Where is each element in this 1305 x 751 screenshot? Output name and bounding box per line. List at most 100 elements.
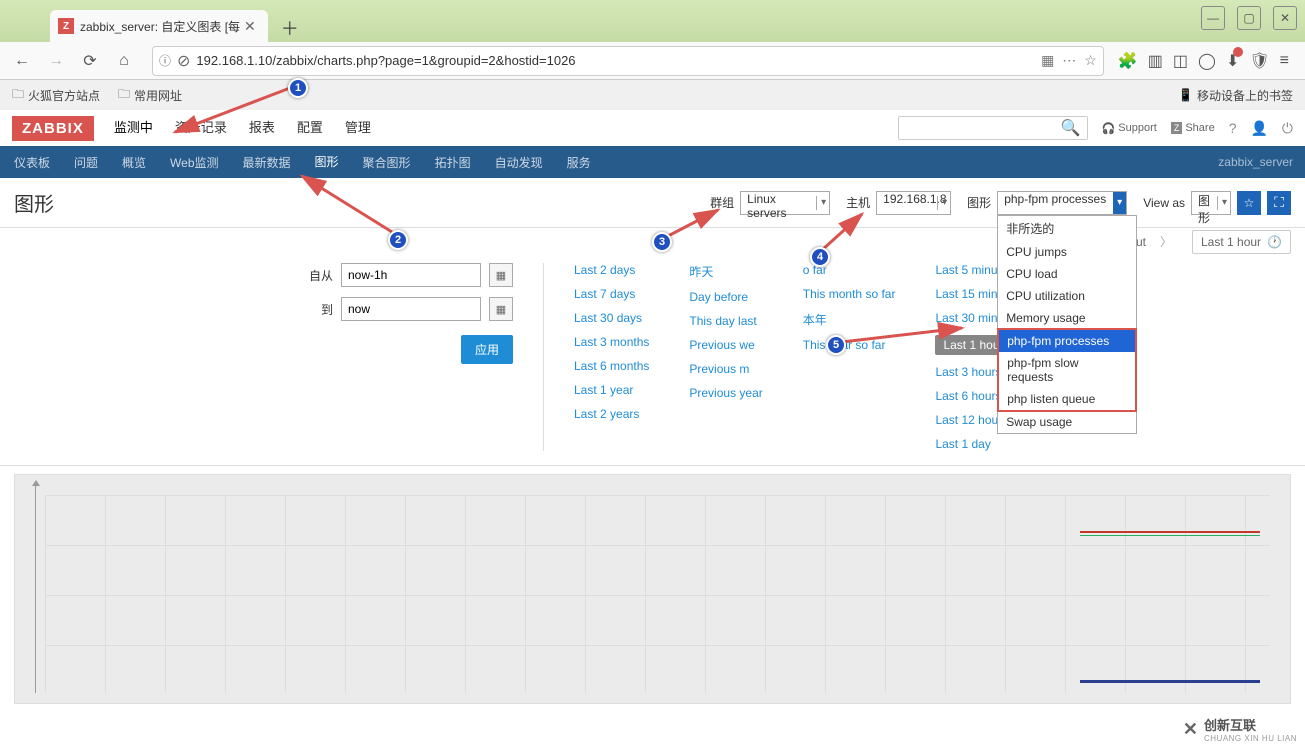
preset-last-2-days[interactable]: Last 2 days <box>574 263 649 277</box>
forward-button[interactable]: → <box>42 47 70 75</box>
to-calendar-button[interactable]: ▦ <box>489 297 513 321</box>
apply-button[interactable]: 应用 <box>461 335 513 364</box>
dd-item-swap[interactable]: Swap usage <box>998 411 1136 433</box>
dd-item-cpu-load[interactable]: CPU load <box>998 263 1136 285</box>
preset-this-day-last[interactable]: This day last <box>689 314 762 328</box>
zabbix-logo[interactable]: ZABBIX <box>12 116 94 141</box>
clock-icon: 🕐 <box>1267 235 1282 249</box>
dd-item-cpu-jumps[interactable]: CPU jumps <box>998 241 1136 263</box>
preset-last-1-day[interactable]: Last 1 day <box>935 437 1020 451</box>
downloads-icon[interactable]: ⬇ <box>1226 51 1239 71</box>
reload-button[interactable]: ⟳ <box>76 47 104 75</box>
window-controls: — ▢ ✕ <box>1201 6 1297 30</box>
submenu-overview[interactable]: 概览 <box>120 145 148 180</box>
help-icon[interactable]: ? <box>1229 120 1237 136</box>
logout-icon[interactable]: ⏻ <box>1282 120 1293 137</box>
submenu-services[interactable]: 服务 <box>565 145 593 180</box>
back-button[interactable]: ← <box>8 47 36 75</box>
group-select[interactable]: Linux servers <box>740 191 830 215</box>
preset-last-30-days[interactable]: Last 30 days <box>574 311 649 325</box>
menu-administration[interactable]: 管理 <box>343 107 373 149</box>
page-actions-icon[interactable]: ⋯ <box>1062 52 1076 69</box>
shield-icon[interactable]: 🛡 <box>1249 51 1269 71</box>
dd-item-memory[interactable]: Memory usage <box>998 307 1136 329</box>
preset-this-month-so-far[interactable]: This month so far <box>803 287 896 301</box>
menu-monitoring[interactable]: 监测中 <box>112 107 155 149</box>
extensions-icon[interactable]: 🧩 <box>1118 51 1138 71</box>
preset-last-2-years[interactable]: Last 2 years <box>574 407 649 421</box>
account-icon[interactable]: ◯ <box>1198 51 1216 71</box>
share-label: Share <box>1185 122 1214 134</box>
url-bar[interactable]: ⓘ ⊘ 192.168.1.10/zabbix/charts.php?page=… <box>152 46 1104 76</box>
view-as-select[interactable]: 图形 <box>1191 191 1231 215</box>
reader-mode-icon[interactable]: ▦ <box>1041 52 1054 69</box>
dd-item-php-listen[interactable]: php listen queue <box>999 388 1135 410</box>
window-maximize[interactable]: ▢ <box>1237 6 1261 30</box>
bookmark-common-urls[interactable]: 🗀 常用网址 <box>118 85 182 106</box>
host-select[interactable]: 192.168.1.8 <box>876 191 951 215</box>
preset-last-1-year[interactable]: Last 1 year <box>574 383 649 397</box>
submenu-latest-data[interactable]: 最新数据 <box>241 145 293 180</box>
dd-item-php-slow[interactable]: php-fpm slow requests <box>999 352 1135 388</box>
from-calendar-button[interactable]: ▦ <box>489 263 513 287</box>
new-tab-button[interactable]: ＋ <box>276 14 304 42</box>
library-icon[interactable]: ▥ <box>1148 51 1163 71</box>
bookmark-star-icon[interactable]: ☆ <box>1084 52 1097 69</box>
time-next-icon[interactable]: 〉 <box>1160 233 1172 250</box>
chart-series-green <box>1080 535 1260 536</box>
view-as-label: View as <box>1143 196 1185 210</box>
window-minimize[interactable]: — <box>1201 6 1225 30</box>
submenu-dashboard[interactable]: 仪表板 <box>12 145 52 180</box>
window-close[interactable]: ✕ <box>1273 6 1297 30</box>
sub-menu: 仪表板 问题 概览 Web监测 最新数据 图形 聚合图形 拓扑图 自动发现 服务… <box>0 146 1305 178</box>
user-icon[interactable]: 👤 <box>1250 120 1267 137</box>
url-text: 192.168.1.10/zabbix/charts.php?page=1&gr… <box>196 53 1041 68</box>
fullscreen-button[interactable]: ⛶ <box>1267 191 1291 215</box>
preset-last-3-months[interactable]: Last 3 months <box>574 335 649 349</box>
submenu-maps[interactable]: 拓扑图 <box>433 145 473 180</box>
preset-previous-year[interactable]: Previous year <box>689 386 762 400</box>
graph-select[interactable]: php-fpm processes <box>997 191 1127 215</box>
support-link[interactable]: 🎧 Support <box>1102 122 1157 135</box>
home-button[interactable]: ⌂ <box>110 47 138 75</box>
submenu-graphs[interactable]: 图形 <box>313 144 341 181</box>
bookmark-firefox-official[interactable]: 🗀 火狐官方站点 <box>12 85 100 106</box>
favorite-button[interactable]: ☆ <box>1237 191 1261 215</box>
mobile-icon: 📱 <box>1178 88 1193 102</box>
preset-day-before[interactable]: Day before <box>689 290 762 304</box>
search-input[interactable] <box>905 121 1061 135</box>
graph-label: 图形 <box>967 194 991 211</box>
browser-tab-active[interactable]: Z zabbix_server: 自定义图表 [每 ✕ <box>50 10 268 42</box>
submenu-web[interactable]: Web监测 <box>168 145 220 180</box>
time-range-display[interactable]: Last 1 hour 🕐 <box>1192 230 1291 254</box>
preset-last-6-months[interactable]: Last 6 months <box>574 359 649 373</box>
to-input[interactable] <box>341 297 481 321</box>
menu-reports[interactable]: 报表 <box>247 107 277 149</box>
search-box[interactable]: 🔍 <box>898 116 1088 140</box>
bookmark-mobile[interactable]: 📱 移动设备上的书签 <box>1178 87 1293 104</box>
url-no-track-icon[interactable]: ⊘ <box>177 51 190 71</box>
preset-this-year-so-far[interactable]: This year so far <box>803 338 896 352</box>
site-info-icon[interactable]: ⓘ <box>159 52 171 69</box>
preset-yesterday[interactable]: 昨天 <box>689 263 762 280</box>
preset-this-year-cn[interactable]: 本年 <box>803 311 896 328</box>
search-icon[interactable]: 🔍 <box>1061 118 1081 138</box>
sidebar-icon[interactable]: ◫ <box>1173 51 1188 71</box>
submenu-problems[interactable]: 问题 <box>72 145 100 180</box>
preset-previous-month[interactable]: Previous m <box>689 362 762 376</box>
menu-inventory[interactable]: 资产记录 <box>173 107 229 149</box>
tab-favicon: Z <box>58 18 74 34</box>
dd-item-cpu-util[interactable]: CPU utilization <box>998 285 1136 307</box>
submenu-screens[interactable]: 聚合图形 <box>361 145 413 180</box>
preset-previous-week[interactable]: Previous we <box>689 338 762 352</box>
preset-last-7-days[interactable]: Last 7 days <box>574 287 649 301</box>
overflow-menu-icon[interactable]: ≡ <box>1280 52 1289 70</box>
dd-item-none[interactable]: 非所选的 <box>998 216 1136 241</box>
from-input[interactable] <box>341 263 481 287</box>
share-link[interactable]: Z Share <box>1171 122 1215 134</box>
watermark-cn: 创新互联 <box>1204 715 1297 734</box>
dd-item-php-processes[interactable]: php-fpm processes <box>999 330 1135 352</box>
submenu-discovery[interactable]: 自动发现 <box>493 145 545 180</box>
tab-close-button[interactable]: ✕ <box>240 18 260 35</box>
to-label: 到 <box>321 301 333 318</box>
